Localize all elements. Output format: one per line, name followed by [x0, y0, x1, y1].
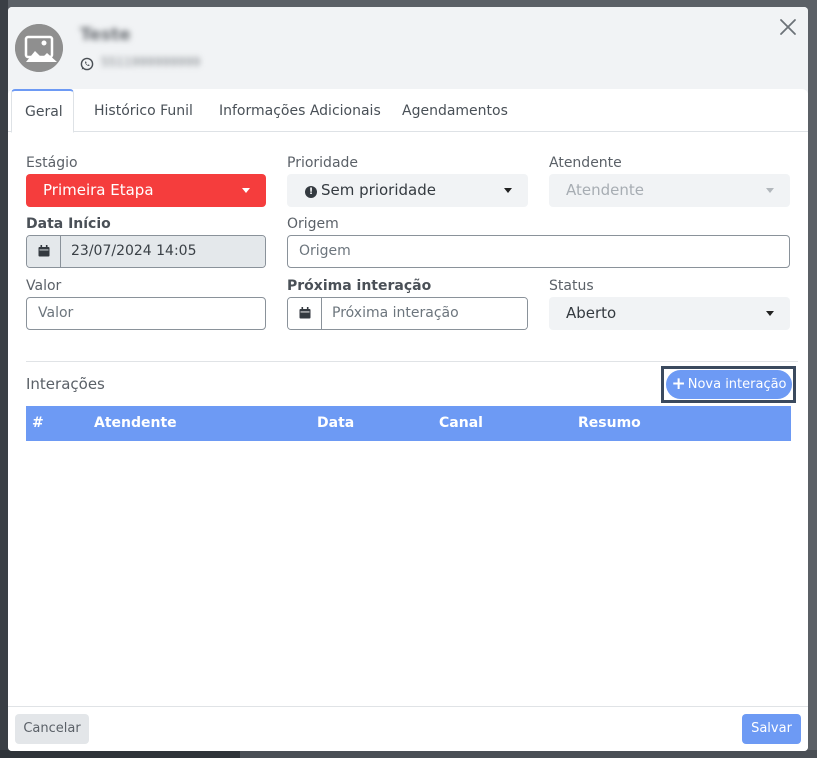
page-backdrop — [0, 0, 8, 758]
chevron-down-icon — [766, 311, 774, 316]
modal-header: Teste 5511999999999 — [8, 7, 808, 93]
prioridade-label: Prioridade — [287, 155, 359, 171]
cancel-button[interactable]: Cancelar — [15, 714, 89, 744]
interactions-table-header: # Atendente Data Canal Resumo — [26, 406, 791, 441]
estagio-label: Estágio — [26, 155, 78, 171]
tab-informacoes-adicionais[interactable]: Informações Adicionais — [219, 89, 381, 132]
tab-historico-funil[interactable]: Histórico Funil — [94, 89, 193, 132]
chevron-down-icon — [504, 188, 512, 193]
tab-geral[interactable]: Geral — [11, 89, 74, 133]
status-value: Aberto — [566, 304, 617, 322]
status-label: Status — [549, 278, 594, 294]
avatar — [15, 24, 63, 72]
column-header: Data — [317, 415, 355, 431]
origem-label: Origem — [287, 216, 339, 232]
exclamation-icon: ! — [305, 186, 317, 198]
close-icon[interactable] — [778, 17, 798, 37]
prioridade-select[interactable]: ! Sem prioridade — [287, 174, 528, 207]
column-header: Atendente — [94, 415, 177, 431]
origem-input[interactable]: Origem — [287, 235, 790, 268]
lead-card: Geral Histórico Funil Informações Adicio… — [8, 89, 808, 751]
proxima-interacao-field[interactable]: Próxima interação — [287, 297, 528, 330]
section-divider — [26, 361, 798, 362]
lead-modal: Teste 5511999999999 Geral Histórico Funi… — [8, 7, 808, 751]
atendente-value: Atendente — [566, 181, 644, 199]
atendente-label: Atendente — [549, 155, 622, 171]
calendar-icon — [288, 298, 322, 329]
chevron-down-icon — [766, 188, 774, 193]
valor-label: Valor — [26, 278, 62, 294]
data-inicio-label: Data Início — [26, 216, 111, 232]
column-header: # — [32, 415, 44, 431]
nova-interacao-label: Nova interação — [687, 377, 787, 392]
calendar-icon — [27, 236, 61, 267]
chevron-down-icon — [242, 188, 250, 193]
tab-agendamentos[interactable]: Agendamentos — [402, 89, 508, 132]
atendente-select[interactable]: Atendente — [549, 174, 790, 207]
nova-interacao-button[interactable]: + Nova interação — [666, 370, 792, 399]
proxima-interacao-label: Próxima interação — [287, 278, 432, 294]
contact-phone: 5511999999999 — [101, 55, 201, 69]
column-header: Resumo — [578, 415, 641, 431]
whatsapp-icon — [80, 56, 94, 71]
page-backdrop-bottom — [0, 750, 817, 758]
save-button[interactable]: Salvar — [742, 714, 801, 744]
proxima-interacao-input: Próxima interação — [322, 298, 527, 329]
plus-icon: + — [671, 374, 686, 394]
interacoes-title: Interações — [26, 375, 105, 393]
estagio-value: Primeira Etapa — [43, 181, 154, 199]
estagio-select[interactable]: Primeira Etapa — [26, 174, 266, 207]
data-inicio-field[interactable]: 23/07/2024 14:05 — [26, 235, 266, 268]
valor-input[interactable]: Valor — [26, 297, 266, 330]
column-header: Canal — [439, 415, 483, 431]
modal-footer: Cancelar Salvar — [8, 706, 808, 751]
tab-bar: Geral Histórico Funil Informações Adicio… — [8, 89, 808, 133]
status-select[interactable]: Aberto — [549, 297, 790, 330]
prioridade-value: Sem prioridade — [321, 181, 436, 199]
data-inicio-value: 23/07/2024 14:05 — [61, 236, 265, 267]
contact-name: Teste — [80, 25, 131, 45]
